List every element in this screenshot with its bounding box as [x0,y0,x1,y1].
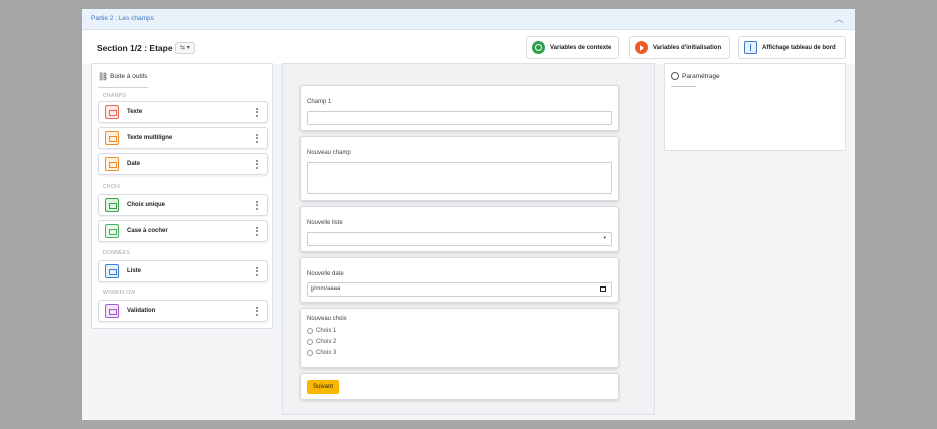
list-icon [105,264,119,278]
init-variables-label: Variables d'initialisation [653,44,722,51]
field-label: Nouveau champ [307,150,351,156]
radio-label: Choix 2 [316,339,337,345]
play-icon [635,41,648,54]
globe-icon [532,41,545,54]
toolbox-title: Boite à outils [110,73,148,80]
radio-label: Choix 1 [316,328,337,334]
settings-panel: Paramétrage [664,63,846,151]
tool-date[interactable]: Date [98,153,268,175]
divider [98,87,148,88]
settings-header: Paramétrage [671,72,720,80]
dashboard-view-label: Affichage tableau de bord [762,44,836,51]
group-label-workflow: WORKFLOW [103,290,136,296]
workflow-icon [105,304,119,318]
mode-dropdown[interactable]: ⇆ ▾ [175,42,195,54]
toolbox-header: ⛓ Boite à outils [98,72,147,81]
divider [671,86,696,87]
drag-handle-icon[interactable] [256,160,258,169]
tool-text[interactable]: Texte [98,101,268,123]
text-input[interactable] [307,111,612,125]
page-header: Section 1/2 : Etape 1 ⇆ ▾ Variables de c… [82,30,855,64]
field-card-nouveau-champ[interactable]: Nouveau champ [300,136,619,201]
drag-handle-icon[interactable] [256,134,258,143]
date-placeholder: jj/mm/aaaa [311,286,341,292]
context-variables-button[interactable]: Variables de contexte [526,36,619,59]
field-card-champ-1[interactable]: Champ 1 [300,85,619,131]
tool-label: Texte [127,109,143,115]
checkbox-icon [105,224,119,238]
tool-label: Choix unique [127,202,165,208]
tool-list[interactable]: Liste [98,260,268,282]
radio-button[interactable] [307,339,313,345]
settings-title: Paramétrage [682,72,720,80]
dashboard-view-button[interactable]: Affichage tableau de bord [738,36,846,59]
tool-checkbox[interactable]: Case à cocher [98,220,268,242]
drag-handle-icon[interactable] [256,227,258,236]
radio-list-icon [105,198,119,212]
gear-icon [671,72,679,80]
drag-handle-icon[interactable] [256,267,258,276]
field-label: Nouvelle liste [307,220,343,226]
radio-option[interactable]: Choix 2 [307,339,336,345]
form-canvas: Champ 1 Nouveau champ Nouvelle liste ▾ N… [282,63,655,415]
group-label-donnees: DONNÉES [103,250,130,256]
radio-button[interactable] [307,328,313,334]
radio-option[interactable]: Choix 3 [307,350,336,356]
drag-handle-icon[interactable] [256,201,258,210]
tool-multiline-text[interactable]: Texte multiligne [98,127,268,149]
calendar-icon [105,157,119,171]
text-field-icon [105,105,119,119]
field-label: Champ 1 [307,99,332,105]
tool-label: Case à cocher [127,228,168,234]
breadcrumb[interactable]: Partie 2 : Les champs [91,15,154,22]
context-variables-label: Variables de contexte [550,44,612,51]
radio-option[interactable]: Choix 1 [307,328,336,334]
radio-label: Choix 3 [316,350,337,356]
radio-button[interactable] [307,350,313,356]
field-label: Nouvelle date [307,271,344,277]
textarea-input[interactable] [307,162,612,194]
chevron-up-icon[interactable]: ︿ [833,13,845,25]
toolbox-panel: ⛓ Boite à outils CHAMPS Texte Texte mult… [91,63,273,329]
tool-validation[interactable]: Validation [98,300,268,322]
drag-handle-icon[interactable] [256,307,258,316]
dashboard-icon [744,41,757,54]
calendar-icon[interactable] [600,286,606,292]
init-variables-button[interactable]: Variables d'initialisation [629,36,730,59]
multiline-text-icon [105,131,119,145]
list-select[interactable]: ▾ [307,232,612,246]
caret-down-icon: ▾ [603,235,606,241]
tool-label: Date [127,161,141,167]
field-label: Nouveau choix [307,316,347,322]
field-card-nouvelle-date[interactable]: Nouvelle date jj/mm/aaaa [300,257,619,303]
page-title: Section 1/2 : Etape 1 [97,43,180,53]
section-bar[interactable]: Partie 2 : Les champs ︿ [82,9,855,30]
tool-label: Validation [127,308,156,314]
tool-single-choice[interactable]: Choix unique [98,194,268,216]
field-card-nouvelle-liste[interactable]: Nouvelle liste ▾ [300,206,619,252]
main-panel: Partie 2 : Les champs ︿ Section 1/2 : Et… [82,9,855,420]
field-card-nouveau-choix[interactable]: Nouveau choix Choix 1 Choix 2 Choix 3 [300,308,619,368]
drag-handle-icon[interactable] [256,108,258,117]
submit-card: Suivant [300,373,619,400]
date-input[interactable]: jj/mm/aaaa [307,282,612,297]
group-label-choix: CHOIX [103,184,121,190]
toolbox-icon: ⛓ [98,72,109,81]
tool-label: Liste [127,268,142,274]
group-label-champs: CHAMPS [103,93,127,99]
next-button[interactable]: Suivant [307,380,340,394]
tool-label: Texte multiligne [127,135,173,141]
